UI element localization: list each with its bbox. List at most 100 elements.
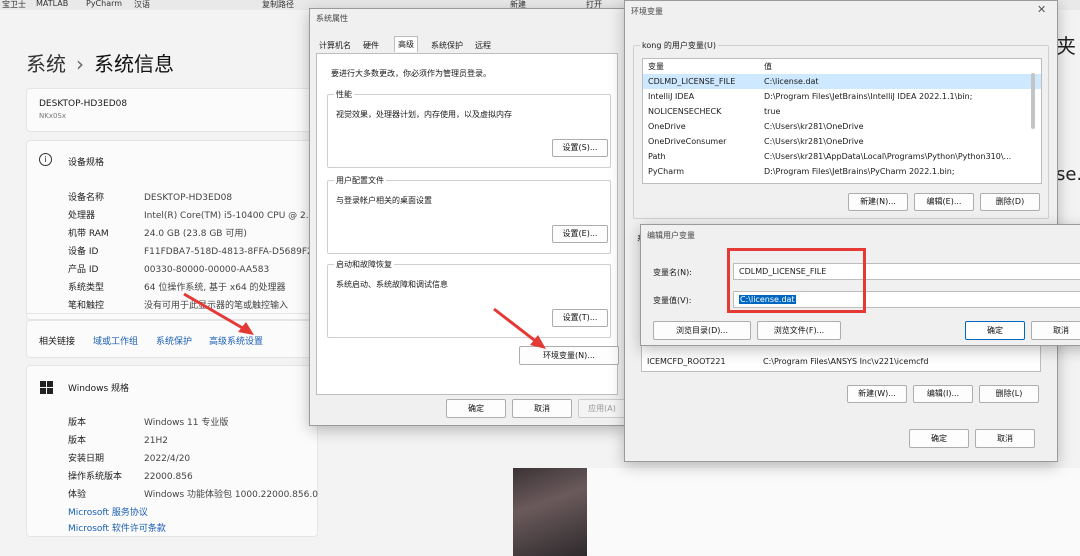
background-panel bbox=[587, 468, 1080, 556]
spec-label: 版本 bbox=[68, 418, 87, 428]
variable-value-cell: C:\Users\kr281\AppData\Local\Programs\Py… bbox=[764, 152, 1012, 161]
performance-settings-button[interactable]: 设置(S)... bbox=[552, 139, 608, 157]
link-ms-license-terms[interactable]: Microsoft 软件许可条款 bbox=[68, 521, 166, 534]
user-delete-button[interactable]: 删除(D) bbox=[980, 193, 1040, 211]
variable-value-cell: C:\Program Files\ANSYS Inc\v221\icemcfd bbox=[763, 357, 929, 366]
browse-file-button[interactable]: 浏览文件(F)... bbox=[757, 321, 841, 340]
windows-specs-list: 版本 Windows 11 专业版 版本 21H2 安装日期 2022/4/20 操作系统版… bbox=[68, 414, 318, 506]
specs-title: 设备规格 bbox=[68, 158, 105, 168]
variable-name-cell: OneDriveConsumer bbox=[648, 137, 727, 146]
spec-label: 设备 ID bbox=[68, 247, 99, 257]
tab-advanced[interactable]: 高级 bbox=[394, 36, 418, 52]
group-label: 启动和故障恢复 bbox=[334, 259, 394, 270]
dialog-title: 系统属性 bbox=[316, 14, 348, 23]
ok-button[interactable]: 确定 bbox=[446, 399, 506, 418]
link-ms-service-agreement[interactable]: Microsoft 服务协议 bbox=[68, 505, 148, 518]
table-row[interactable]: IntelliJ IDEA D:\Program Files\JetBrains\… bbox=[643, 89, 1041, 104]
tab-hardware[interactable]: 硬件 bbox=[360, 38, 382, 53]
table-row[interactable]: PyCharm D:\Program Files\JetBrains\PyChar… bbox=[643, 164, 1041, 179]
link-domain-workgroup[interactable]: 域或工作组 bbox=[93, 334, 138, 347]
system-new-button[interactable]: 新建(W)... bbox=[847, 385, 907, 403]
variable-value-cell: C:\Users\kr281\OneDrive bbox=[764, 137, 864, 146]
tab-remote[interactable]: 远程 bbox=[472, 38, 494, 53]
variable-name-cell: NOLICENSECHECK bbox=[648, 107, 722, 116]
table-row[interactable]: Path C:\Users\kr281\AppData\Local\Program… bbox=[643, 149, 1041, 164]
taskbar-item[interactable]: MATLAB bbox=[36, 0, 68, 8]
system-edit-button[interactable]: 编辑(I)... bbox=[913, 385, 973, 403]
table-row[interactable]: OneDriveConsumer C:\Users\kr281\OneDrive bbox=[643, 134, 1041, 149]
table-row[interactable]: CDLMD_LICENSE_FILE C:\license.dat bbox=[643, 74, 1041, 89]
user-profile-group: 用户配置文件 与登录帐户相关的桌面设置 设置(E)... bbox=[327, 175, 611, 254]
group-description: 视觉效果，处理器计划，内存使用，以及虚拟内存 bbox=[336, 110, 512, 119]
dialog-title: 编辑用户变量 bbox=[647, 231, 695, 240]
env-ok-button[interactable]: 确定 bbox=[909, 429, 969, 448]
spec-label: 版本 bbox=[68, 436, 87, 446]
spec-value: 24.0 GB (23.8 GB 可用) bbox=[144, 229, 247, 239]
breadcrumb-parent[interactable]: 系统 bbox=[26, 52, 66, 76]
dialog-title: 环境变量 bbox=[631, 7, 663, 16]
spec-value: Windows 11 专业版 bbox=[144, 418, 229, 428]
tab-computer-name[interactable]: 计算机名 bbox=[316, 38, 354, 53]
startup-settings-button[interactable]: 设置(T)... bbox=[552, 309, 608, 327]
annotation-arrow bbox=[183, 292, 254, 335]
user-variables-group: kong 的用户变量(U) 变量 值 CDLMD_LICENSE_FILE C:\… bbox=[633, 40, 1049, 219]
group-label: 用户配置文件 bbox=[334, 175, 386, 186]
page-title: 系统信息 bbox=[94, 52, 174, 76]
table-row[interactable]: NOLICENSECHECK true bbox=[643, 104, 1041, 119]
related-links-card: 相关链接 域或工作组 系统保护 高级系统设置 bbox=[26, 320, 318, 358]
group-label: 性能 bbox=[334, 89, 354, 100]
spec-label: 产品 ID bbox=[68, 265, 99, 275]
user-variables-list: 变量 值 CDLMD_LICENSE_FILE C:\license.dat Int… bbox=[642, 58, 1042, 184]
variable-value-cell: D:\Program Files\JetBrains\IntelliJ IDEA… bbox=[764, 92, 973, 101]
browse-directory-button[interactable]: 浏览目录(D)... bbox=[653, 321, 751, 340]
column-header-value[interactable]: 值 bbox=[764, 59, 772, 74]
table-row[interactable]: ICEMCFD_ROOT221 C:\Program Files\ANSYS In… bbox=[642, 354, 1040, 369]
performance-group: 性能 视觉效果，处理器计划，内存使用，以及虚拟内存 设置(S)... bbox=[327, 89, 611, 168]
taskbar-item[interactable]: 汉语 bbox=[134, 0, 150, 10]
device-card: DESKTOP-HD3ED08 NKx0Sx bbox=[26, 88, 318, 132]
spec-value: 21H2 bbox=[144, 436, 168, 446]
taskbar-item[interactable]: 复制路径 bbox=[262, 0, 294, 10]
scrollbar[interactable] bbox=[1031, 73, 1035, 129]
windows-specs-title: Windows 规格 bbox=[68, 384, 130, 394]
edit-cancel-button[interactable]: 取消 bbox=[1031, 321, 1080, 340]
user-new-button[interactable]: 新建(N)... bbox=[848, 193, 908, 211]
spec-label: 系统类型 bbox=[68, 283, 105, 293]
startup-recovery-group: 启动和故障恢复 系统启动、系统故障和调试信息 设置(T)... bbox=[327, 259, 611, 338]
variable-name-cell: CDLMD_LICENSE_FILE bbox=[648, 77, 736, 86]
background-image bbox=[513, 468, 587, 556]
taskbar-item[interactable]: 宝卫士 bbox=[2, 0, 26, 10]
group-label: kong 的用户变量(U) bbox=[640, 40, 719, 51]
background-text: 夹 bbox=[1056, 34, 1076, 58]
variable-name-cell: ICEMCFD_ROOT221 bbox=[647, 357, 726, 366]
user-edit-button[interactable]: 编辑(E)... bbox=[914, 193, 974, 211]
variable-name-cell: OneDrive bbox=[648, 122, 686, 131]
env-cancel-button[interactable]: 取消 bbox=[975, 429, 1035, 448]
info-icon: i bbox=[39, 153, 52, 166]
edit-ok-button[interactable]: 确定 bbox=[965, 321, 1025, 340]
spec-value: 00330-80000-00000-AA583 bbox=[144, 265, 270, 275]
tab-system-protection[interactable]: 系统保护 bbox=[428, 38, 466, 53]
spec-value: F11FDBA7-518D-4813-8FFA-D5689F265 bbox=[144, 247, 325, 257]
annotation-arrow bbox=[493, 307, 546, 349]
device-name: DESKTOP-HD3ED08 bbox=[39, 99, 128, 109]
variable-value-label: 变量值(V): bbox=[653, 296, 692, 305]
tab-panel: 要进行大多数更改，你必须作为管理员登录。 性能 视觉效果，处理器计划，内存使用，… bbox=[316, 53, 619, 395]
variable-value-cell: C:\Users\kr281\OneDrive bbox=[764, 122, 864, 131]
close-icon[interactable]: ✕ bbox=[1037, 3, 1046, 16]
profile-settings-button[interactable]: 设置(E)... bbox=[552, 225, 608, 243]
column-header-variable[interactable]: 变量 bbox=[648, 59, 664, 74]
spec-label: 体验 bbox=[68, 490, 87, 500]
cancel-button[interactable]: 取消 bbox=[512, 399, 572, 418]
spec-label: 设备名称 bbox=[68, 193, 105, 203]
taskbar-item[interactable]: PyCharm bbox=[86, 0, 122, 8]
variable-name-cell: Path bbox=[648, 152, 666, 161]
variable-value-cell: D:\Program Files\JetBrains\PyCharm 2022.… bbox=[764, 167, 955, 176]
spec-label: 安装日期 bbox=[68, 454, 105, 464]
spec-value: DESKTOP-HD3ED08 bbox=[144, 193, 233, 203]
apply-button[interactable]: 应用(A) bbox=[578, 399, 626, 418]
table-row[interactable]: OneDrive C:\Users\kr281\OneDrive bbox=[643, 119, 1041, 134]
windows-specs-card: Windows 规格 版本 Windows 11 专业版 版本 21H2 安装日期 202… bbox=[26, 365, 318, 537]
system-delete-button[interactable]: 删除(L) bbox=[979, 385, 1039, 403]
annotation-highlight-box bbox=[727, 248, 866, 313]
